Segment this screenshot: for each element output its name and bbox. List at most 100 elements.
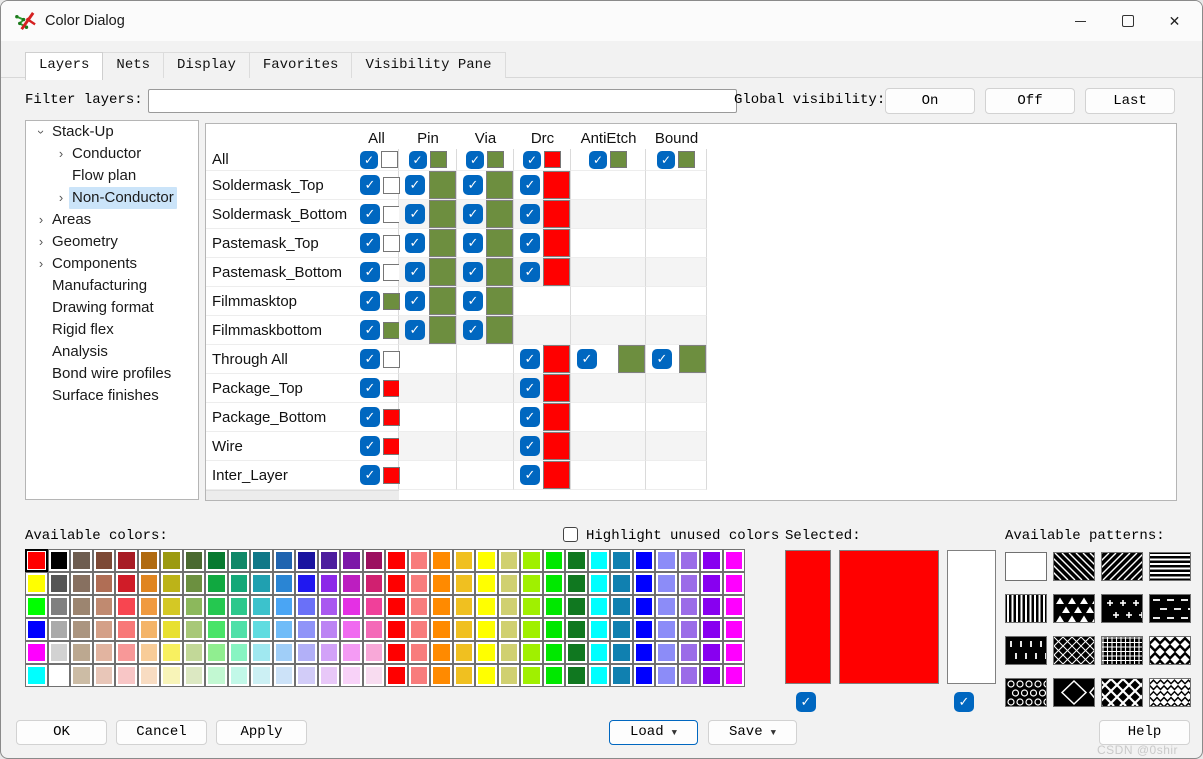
color-swatch[interactable] (588, 595, 611, 618)
visibility-checkbox[interactable]: ✓ (360, 349, 380, 369)
color-swatch[interactable] (318, 618, 341, 641)
color-swatch[interactable] (723, 618, 746, 641)
tree-item-stack-up[interactable]: ›Stack-Up (26, 121, 198, 143)
color-swatch[interactable] (655, 641, 678, 664)
color-swatch-large[interactable] (543, 461, 570, 489)
color-swatch[interactable] (655, 549, 678, 572)
color-swatch-small[interactable] (383, 409, 400, 426)
color-swatch[interactable] (250, 572, 273, 595)
tree-item-manufacturing[interactable]: Manufacturing (26, 275, 198, 297)
color-swatch[interactable] (655, 664, 678, 687)
color-swatch-large[interactable] (486, 200, 513, 228)
color-swatch[interactable] (250, 618, 273, 641)
visibility-checkbox[interactable]: ✓ (520, 407, 540, 427)
color-swatch-small[interactable] (383, 351, 400, 368)
color-swatch[interactable] (93, 595, 116, 618)
color-swatch[interactable] (318, 641, 341, 664)
color-swatch[interactable] (228, 595, 251, 618)
global-visibility-on-button[interactable]: On (885, 88, 975, 114)
color-swatch[interactable] (273, 664, 296, 687)
visibility-checkbox[interactable]: ✓ (360, 233, 380, 253)
color-swatch[interactable] (295, 664, 318, 687)
save-button[interactable]: Save▼ (708, 720, 797, 745)
color-swatch[interactable] (498, 664, 521, 687)
visibility-checkbox[interactable]: ✓ (520, 465, 540, 485)
color-swatch[interactable] (273, 549, 296, 572)
chevron-right-icon[interactable]: › (54, 187, 68, 209)
visibility-checkbox[interactable]: ✓ (520, 262, 540, 282)
color-swatch[interactable] (543, 641, 566, 664)
color-swatch[interactable] (93, 618, 116, 641)
color-swatch-small[interactable] (381, 151, 398, 168)
color-swatch[interactable] (498, 641, 521, 664)
color-swatch[interactable] (340, 595, 363, 618)
chevron-right-icon[interactable]: › (54, 143, 68, 165)
visibility-checkbox[interactable]: ✓ (360, 407, 380, 427)
color-swatch-large[interactable] (486, 258, 513, 286)
pattern-swatch-diagonal-forward[interactable] (1101, 552, 1143, 581)
visibility-checkbox[interactable]: ✓ (657, 151, 675, 169)
color-swatch-small[interactable] (383, 380, 400, 397)
color-swatch-large[interactable] (679, 345, 706, 373)
visibility-checkbox[interactable]: ✓ (405, 320, 425, 340)
color-swatch[interactable] (408, 572, 431, 595)
color-swatch[interactable] (318, 664, 341, 687)
maximize-button[interactable] (1104, 1, 1151, 41)
tab-display[interactable]: Display (163, 52, 250, 78)
tree-item-areas[interactable]: ›Areas (26, 209, 198, 231)
color-swatch[interactable] (160, 549, 183, 572)
color-swatch[interactable] (610, 572, 633, 595)
color-swatch[interactable] (205, 595, 228, 618)
color-swatch[interactable] (565, 549, 588, 572)
visibility-checkbox[interactable]: ✓ (360, 262, 380, 282)
tree-item-surface-finishes[interactable]: Surface finishes (26, 385, 198, 407)
pattern-swatch-plus-signs[interactable] (1101, 594, 1143, 623)
color-swatch[interactable] (453, 664, 476, 687)
color-swatch[interactable] (48, 595, 71, 618)
color-swatch[interactable] (273, 572, 296, 595)
color-swatch[interactable] (25, 618, 48, 641)
color-swatch[interactable] (520, 595, 543, 618)
color-swatch[interactable] (25, 549, 48, 572)
color-swatch[interactable] (295, 549, 318, 572)
color-swatch[interactable] (340, 572, 363, 595)
color-swatch[interactable] (70, 641, 93, 664)
color-swatch[interactable] (610, 641, 633, 664)
pattern-swatch-cross-hatch[interactable] (1101, 678, 1143, 707)
save-dropdown-icon[interactable]: ▼ (771, 728, 776, 738)
color-swatch[interactable] (205, 618, 228, 641)
pattern-swatch-circles[interactable] (1005, 678, 1047, 707)
color-swatch[interactable] (205, 664, 228, 687)
color-swatch[interactable] (475, 595, 498, 618)
color-swatch-small[interactable] (610, 151, 627, 168)
color-swatch[interactable] (610, 664, 633, 687)
pattern-swatch-vertical-lines[interactable] (1005, 594, 1047, 623)
tree-item-conductor[interactable]: ›Conductor (26, 143, 198, 165)
color-swatch[interactable] (93, 572, 116, 595)
visibility-checkbox[interactable]: ✓ (463, 204, 483, 224)
visibility-checkbox[interactable]: ✓ (523, 151, 541, 169)
tab-layers[interactable]: Layers (25, 52, 103, 80)
color-swatch[interactable] (453, 618, 476, 641)
color-swatch[interactable] (228, 641, 251, 664)
color-swatch-small[interactable] (383, 438, 400, 455)
color-swatch[interactable] (543, 549, 566, 572)
chevron-right-icon[interactable]: › (34, 253, 48, 275)
pattern-swatch-horizontal-lines[interactable] (1149, 552, 1191, 581)
color-swatch[interactable] (565, 595, 588, 618)
cancel-button[interactable]: Cancel (116, 720, 207, 745)
color-swatch[interactable] (183, 641, 206, 664)
color-swatch[interactable] (430, 549, 453, 572)
color-swatch[interactable] (678, 572, 701, 595)
visibility-checkbox[interactable]: ✓ (520, 175, 540, 195)
color-swatch[interactable] (633, 641, 656, 664)
color-swatch[interactable] (520, 664, 543, 687)
color-swatch[interactable] (160, 572, 183, 595)
color-swatch[interactable] (430, 664, 453, 687)
color-swatch[interactable] (115, 549, 138, 572)
visibility-checkbox[interactable]: ✓ (360, 465, 380, 485)
color-swatch[interactable] (408, 664, 431, 687)
color-swatch-small[interactable] (383, 293, 400, 310)
color-swatch-large[interactable] (429, 258, 456, 286)
color-swatch-large[interactable] (543, 345, 570, 373)
